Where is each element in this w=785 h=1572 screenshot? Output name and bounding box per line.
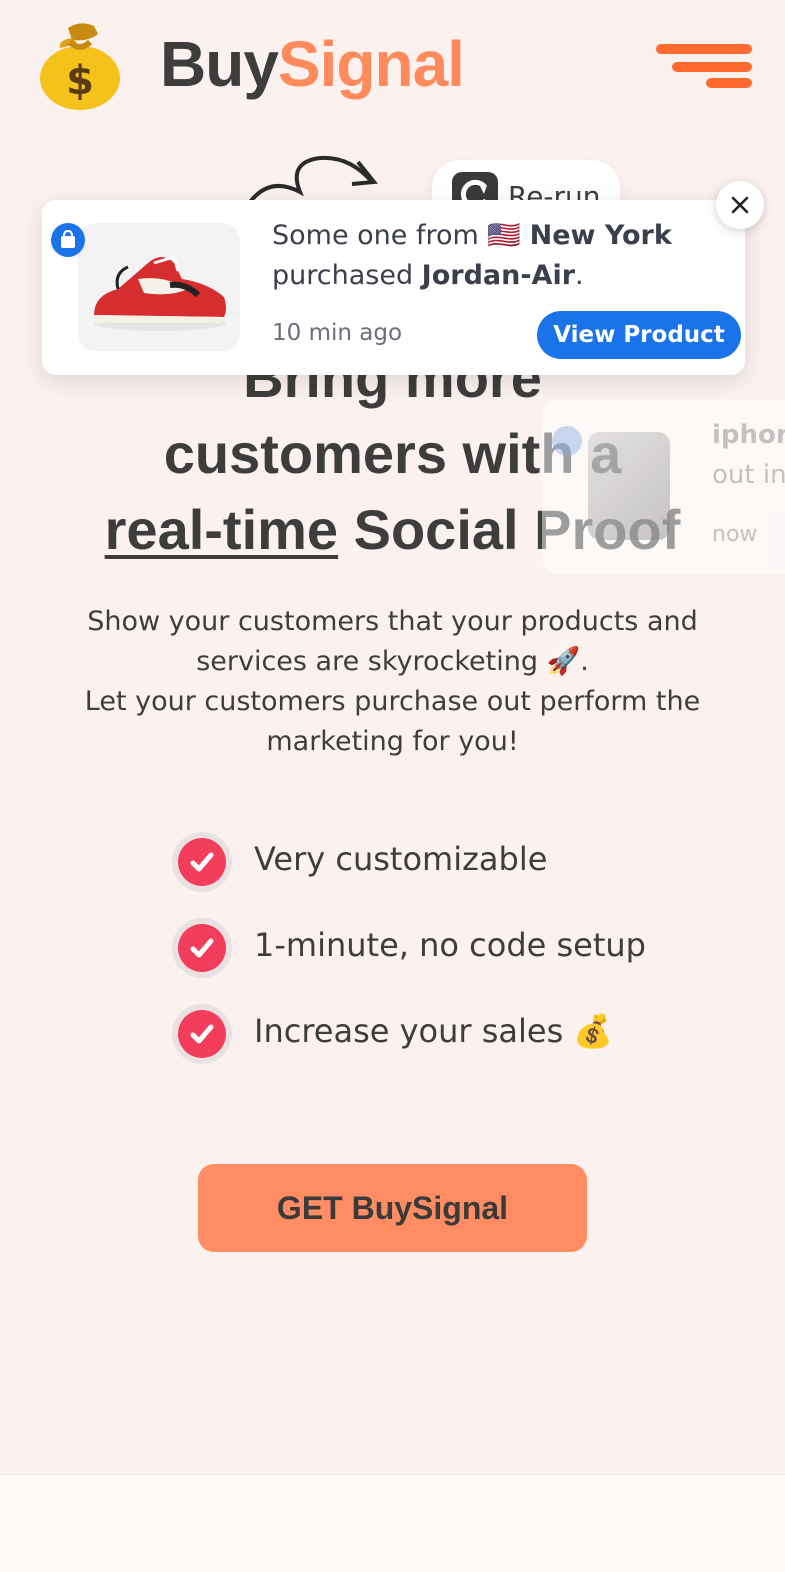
phone-image <box>588 432 670 540</box>
checkmark-icon <box>172 832 232 892</box>
ghost-line-2: out in <box>712 460 785 490</box>
notification-message: Some one from 🇺🇸 New York purchased Jord… <box>272 216 692 296</box>
brand-logo[interactable]: BuySignal <box>160 28 465 100</box>
close-icon[interactable] <box>716 181 764 229</box>
feature-item: Very customizable <box>172 832 692 892</box>
feature-item: 1-minute, no code setup <box>172 918 692 978</box>
get-buysignal-button[interactable]: GET BuySignal <box>198 1164 587 1252</box>
hero-subtext: Show your customers that your products a… <box>60 602 725 762</box>
svg-text:$: $ <box>66 58 94 104</box>
brand-part-1: Buy <box>160 28 279 100</box>
money-bag-icon: $ <box>38 20 122 110</box>
feature-item: Increase your sales 💰 <box>172 1004 692 1064</box>
footer <box>0 1474 785 1572</box>
ghost-line-3: now <box>712 522 758 547</box>
message-mid: purchased <box>272 260 422 291</box>
message-end: . <box>575 260 584 291</box>
notification-time: 10 min ago <box>272 320 403 346</box>
feature-label: Very customizable <box>254 840 548 878</box>
ghost-line-1: iphon <box>712 420 785 450</box>
subtext-paragraph-1: Show your customers that your products a… <box>87 606 698 677</box>
checkmark-icon <box>172 1004 232 1064</box>
subtext-paragraph-2: Let your customers purchase out perform … <box>84 686 701 757</box>
secondary-notification-toast: iphon out in now <box>542 400 785 574</box>
sneaker-image <box>78 223 240 351</box>
shopping-bag-icon <box>51 223 85 257</box>
feature-label: Increase your sales 💰 <box>254 1012 614 1050</box>
buyer-location: New York <box>529 220 672 251</box>
feature-label: 1-minute, no code setup <box>254 926 646 964</box>
shopping-bag-icon <box>552 426 582 456</box>
product-name: Jordan-Air <box>421 260 576 291</box>
checkmark-icon <box>172 918 232 978</box>
flag-emoji: 🇺🇸 <box>487 220 522 251</box>
brand-part-2: Signal <box>277 28 465 100</box>
message-prefix: Some one from <box>272 220 488 251</box>
purchase-notification-toast: Some one from 🇺🇸 New York purchased Jord… <box>42 200 745 375</box>
hero-underlined: real-time <box>104 498 339 561</box>
hamburger-menu-icon[interactable] <box>656 44 752 90</box>
view-product-button[interactable]: View Product <box>537 311 741 359</box>
